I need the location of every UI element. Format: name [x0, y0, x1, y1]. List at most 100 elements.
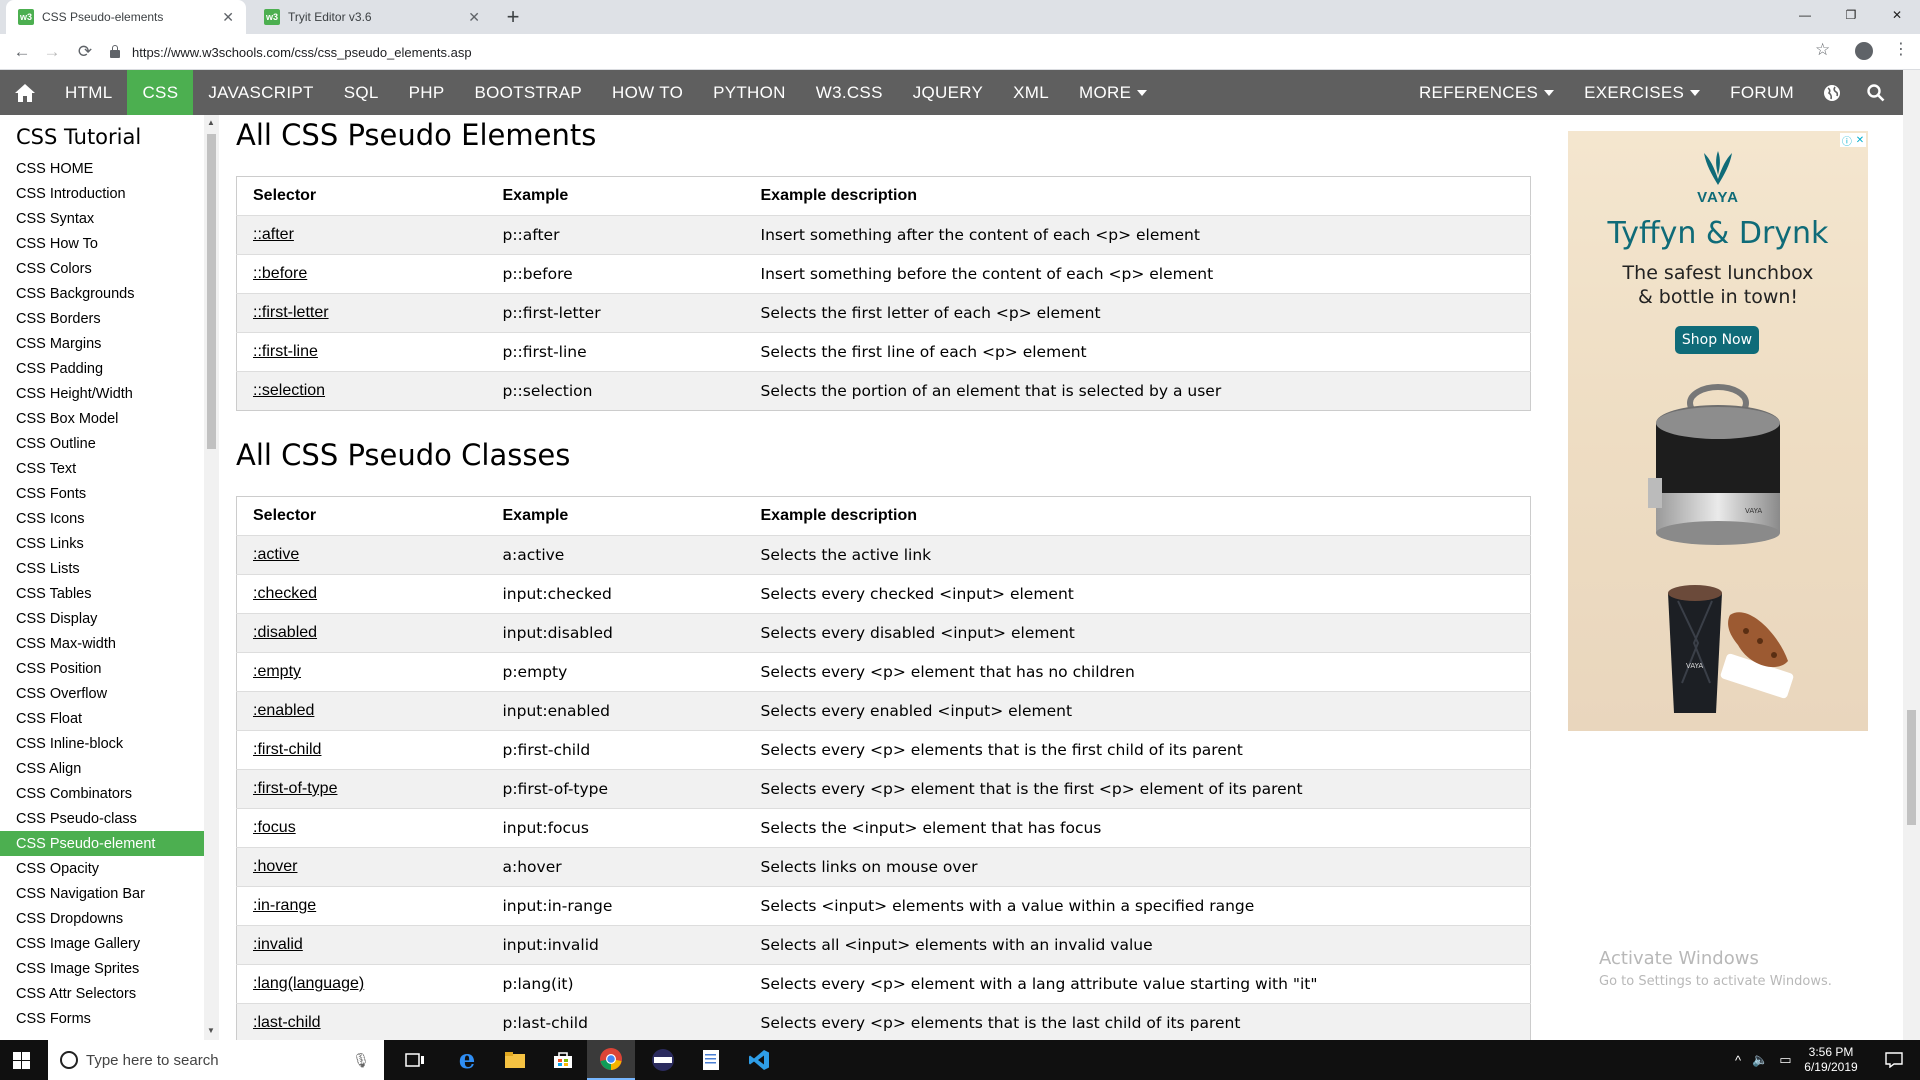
tray-chevron-up-icon[interactable]: ^ — [1735, 1053, 1741, 1068]
sidebar-item-css-opacity[interactable]: CSS Opacity — [0, 856, 204, 881]
selector-link[interactable]: :focus — [253, 819, 296, 836]
selector-link[interactable]: :lang(language) — [253, 975, 364, 992]
advertisement[interactable]: ⓘ ✕ VAYA Tyffyn & Drynk The safest lunchb… — [1568, 131, 1868, 731]
volume-icon[interactable]: 🔈 — [1752, 1052, 1768, 1068]
sidebar-scrollbar-thumb[interactable] — [207, 134, 216, 449]
sidebar-item-css-image-gallery[interactable]: CSS Image Gallery — [0, 931, 204, 956]
selector-link[interactable]: :invalid — [253, 936, 303, 953]
vscode-icon[interactable] — [735, 1040, 783, 1080]
sidebar-item-css-how-to[interactable]: CSS How To — [0, 231, 204, 256]
windows-start-icon[interactable] — [13, 1052, 30, 1069]
sidebar-item-css-outline[interactable]: CSS Outline — [0, 431, 204, 456]
notepad-icon[interactable] — [687, 1040, 735, 1080]
task-view-icon[interactable] — [391, 1040, 439, 1080]
sidebar-item-css-inline-block[interactable]: CSS Inline-block — [0, 731, 204, 756]
tab-css-pseudo-elements[interactable]: w3 CSS Pseudo-elements ✕ — [6, 0, 246, 34]
nav-exercises[interactable]: EXERCISES — [1569, 70, 1715, 115]
selector-link[interactable]: ::first-letter — [253, 304, 329, 321]
selector-link[interactable]: ::first-line — [253, 343, 318, 360]
nav-php[interactable]: PHP — [394, 70, 460, 115]
sidebar-item-css-forms[interactable]: CSS Forms — [0, 1006, 204, 1031]
search-button[interactable] — [1855, 70, 1903, 115]
selector-link[interactable]: :in-range — [253, 897, 316, 914]
sidebar-item-css-syntax[interactable]: CSS Syntax — [0, 206, 204, 231]
sidebar-item-css-lists[interactable]: CSS Lists — [0, 556, 204, 581]
sidebar-item-css-margins[interactable]: CSS Margins — [0, 331, 204, 356]
sidebar-item-css-borders[interactable]: CSS Borders — [0, 306, 204, 331]
close-tab-icon[interactable]: ✕ — [468, 9, 480, 26]
nav-python[interactable]: PYTHON — [698, 70, 801, 115]
selector-link[interactable]: :first-child — [253, 741, 321, 758]
sidebar-item-css-introduction[interactable]: CSS Introduction — [0, 181, 204, 206]
maximize-button[interactable]: ❐ — [1828, 0, 1874, 30]
selector-link[interactable]: :active — [253, 546, 299, 563]
sidebar-item-css-float[interactable]: CSS Float — [0, 706, 204, 731]
taskbar-search-box[interactable]: Type here to search 🎙 — [48, 1040, 384, 1080]
sidebar-item-css-links[interactable]: CSS Links — [0, 531, 204, 556]
nav-bootstrap[interactable]: BOOTSTRAP — [459, 70, 597, 115]
selector-link[interactable]: :empty — [253, 663, 301, 680]
sidebar-item-css-icons[interactable]: CSS Icons — [0, 506, 204, 531]
notifications-icon[interactable] — [1885, 1040, 1903, 1080]
sidebar-item-css-height-width[interactable]: CSS Height/Width — [0, 381, 204, 406]
selector-link[interactable]: :enabled — [253, 702, 314, 719]
nav-css[interactable]: CSS — [127, 70, 194, 115]
nav-howto[interactable]: HOW TO — [597, 70, 698, 115]
forward-button[interactable]: → — [40, 40, 64, 64]
taskbar-clock[interactable]: 3:56 PM 6/19/2019 — [1791, 1045, 1871, 1075]
reload-button[interactable]: ⟳ — [73, 40, 97, 64]
page-scrollbar-thumb[interactable] — [1907, 710, 1916, 825]
selector-link[interactable]: :checked — [253, 585, 317, 602]
sidebar-item-css-box-model[interactable]: CSS Box Model — [0, 406, 204, 431]
nav-sql[interactable]: SQL — [329, 70, 394, 115]
profile-avatar[interactable] — [1855, 42, 1873, 60]
shop-now-button[interactable]: Shop Now — [1675, 326, 1759, 354]
minimize-button[interactable]: — — [1782, 0, 1828, 30]
nav-html[interactable]: HTML — [50, 70, 127, 115]
nav-jquery[interactable]: JQUERY — [898, 70, 998, 115]
scroll-up-icon[interactable]: ▲ — [207, 118, 215, 127]
new-tab-button[interactable]: + — [500, 4, 526, 30]
sidebar-item-css-align[interactable]: CSS Align — [0, 756, 204, 781]
tab-tryit-editor[interactable]: w3 Tryit Editor v3.6 ✕ — [252, 0, 492, 34]
sidebar-item-css-display[interactable]: CSS Display — [0, 606, 204, 631]
selector-link[interactable]: :last-child — [253, 1014, 321, 1031]
chrome-icon[interactable] — [587, 1040, 635, 1080]
back-button[interactable]: ← — [10, 40, 34, 64]
close-window-button[interactable]: ✕ — [1874, 0, 1920, 30]
nav-forum[interactable]: FORUM — [1715, 70, 1809, 115]
selector-link[interactable]: :disabled — [253, 624, 317, 641]
scroll-down-icon[interactable]: ▼ — [207, 1026, 215, 1035]
sidebar-item-css-navigation-bar[interactable]: CSS Navigation Bar — [0, 881, 204, 906]
page-scrollbar[interactable] — [1903, 70, 1920, 1040]
nav-references[interactable]: REFERENCES — [1404, 70, 1569, 115]
home-button[interactable] — [0, 70, 50, 115]
nav-xml[interactable]: XML — [998, 70, 1064, 115]
selector-link[interactable]: ::before — [253, 265, 307, 282]
sidebar-scrollbar[interactable]: ▲ ▼ — [204, 115, 219, 1040]
sidebar-item-css-backgrounds[interactable]: CSS Backgrounds — [0, 281, 204, 306]
sidebar-item-css-pseudo-class[interactable]: CSS Pseudo-class — [0, 806, 204, 831]
selector-link[interactable]: ::selection — [253, 382, 325, 399]
nav-more[interactable]: MORE — [1064, 70, 1162, 115]
sidebar-item-css-position[interactable]: CSS Position — [0, 656, 204, 681]
adchoices-icon[interactable]: ⓘ ✕ — [1840, 133, 1866, 148]
sidebar-item-css-text[interactable]: CSS Text — [0, 456, 204, 481]
file-explorer-icon[interactable] — [491, 1040, 539, 1080]
selector-link[interactable]: :hover — [253, 858, 297, 875]
network-icon[interactable]: ▭ — [1779, 1052, 1791, 1068]
sidebar-item-css-home[interactable]: CSS HOME — [0, 156, 204, 181]
sidebar-item-css-overflow[interactable]: CSS Overflow — [0, 681, 204, 706]
sidebar-item-css-attr-selectors[interactable]: CSS Attr Selectors — [0, 981, 204, 1006]
nav-javascript[interactable]: JAVASCRIPT — [193, 70, 328, 115]
sidebar-item-css-image-sprites[interactable]: CSS Image Sprites — [0, 956, 204, 981]
close-tab-icon[interactable]: ✕ — [222, 9, 234, 26]
sidebar-item-css-fonts[interactable]: CSS Fonts — [0, 481, 204, 506]
browser-menu-icon[interactable]: ⋮ — [1893, 39, 1909, 59]
sidebar-item-css-max-width[interactable]: CSS Max-width — [0, 631, 204, 656]
sidebar-item-css-pseudo-element[interactable]: CSS Pseudo-element — [0, 831, 204, 856]
bookmark-star-icon[interactable]: ☆ — [1815, 40, 1830, 60]
sidebar-item-css-tables[interactable]: CSS Tables — [0, 581, 204, 606]
translate-button[interactable] — [1809, 70, 1855, 115]
sidebar-item-css-combinators[interactable]: CSS Combinators — [0, 781, 204, 806]
